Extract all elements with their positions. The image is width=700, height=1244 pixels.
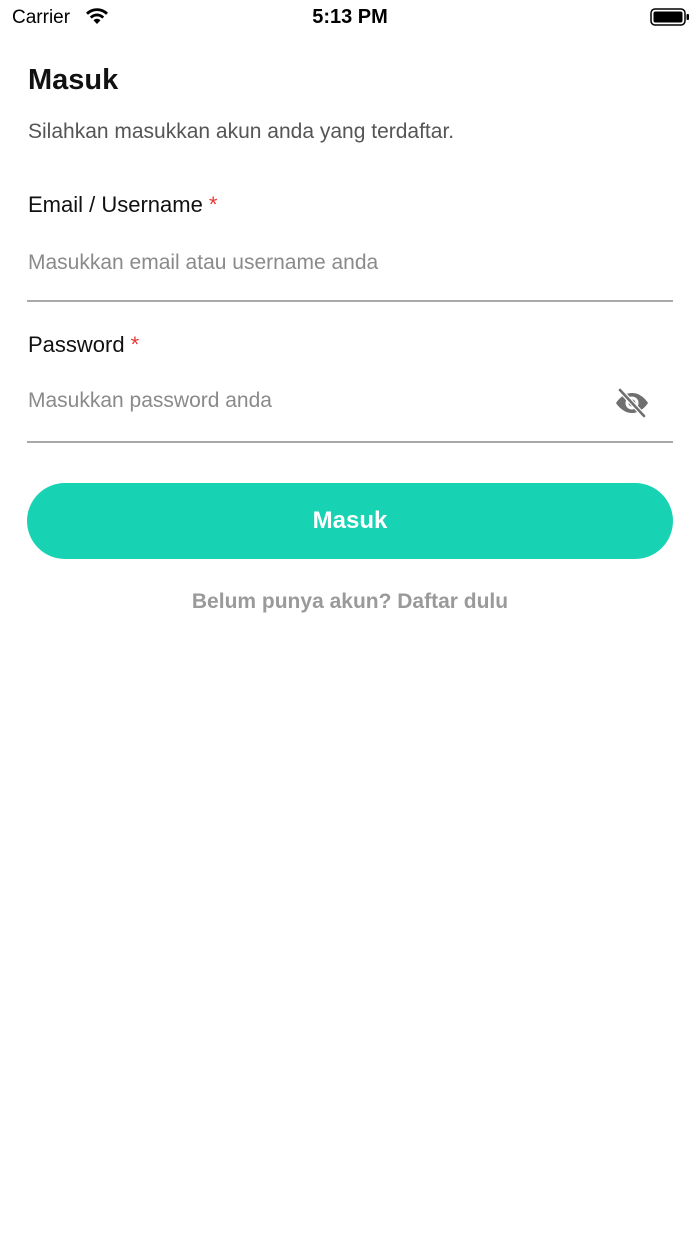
page-title: Masuk (28, 64, 119, 96)
email-label: Email / Username * (28, 192, 217, 218)
password-input[interactable] (28, 381, 598, 421)
status-time: 5:13 PM (312, 6, 388, 28)
password-required-mark: * (130, 332, 140, 357)
email-label-text: Email / Username (28, 192, 203, 217)
eye-off-icon (616, 387, 648, 419)
battery-icon (650, 8, 689, 26)
email-username-input[interactable] (28, 243, 673, 283)
email-input-underline (27, 300, 673, 302)
password-input-underline (27, 441, 673, 443)
status-bar: Carrier 5:13 PM (0, 0, 700, 36)
register-link[interactable]: Belum punya akun? Daftar dulu (0, 590, 700, 614)
page-subtitle: Silahkan masukkan akun anda yang terdaft… (28, 120, 455, 143)
password-visibility-toggle[interactable] (610, 384, 654, 422)
login-button[interactable]: Masuk (27, 483, 673, 559)
password-label-text: Password (28, 332, 125, 357)
email-required-mark: * (208, 192, 218, 217)
password-label: Password * (28, 332, 139, 358)
